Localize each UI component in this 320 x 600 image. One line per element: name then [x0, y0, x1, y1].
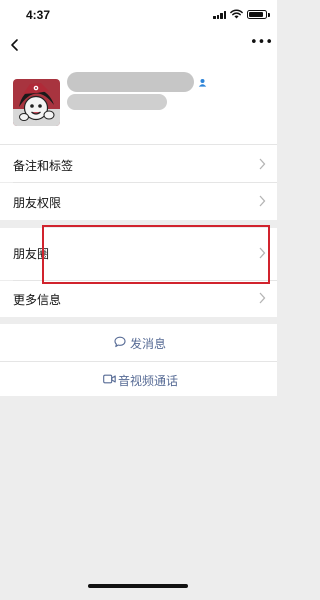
wifi-icon	[230, 9, 243, 19]
avatar[interactable]	[13, 79, 60, 126]
avatar-image	[13, 79, 60, 126]
menu-item-friend-permissions[interactable]: 朋友权限	[0, 183, 277, 220]
message-bubble-icon	[114, 336, 126, 348]
chevron-left-icon[interactable]	[8, 36, 22, 54]
status-time: 4:37	[26, 8, 51, 22]
send-message-button[interactable]: 发消息	[0, 324, 277, 361]
wechat-id-redacted	[67, 94, 167, 110]
chevron-right-icon	[259, 195, 266, 207]
menu-item-remark-tags[interactable]: 备注和标签	[0, 145, 277, 182]
contact-person-icon	[198, 79, 207, 87]
chevron-right-icon	[259, 158, 266, 170]
name-redacted	[67, 72, 194, 92]
status-bar: 4:37	[0, 0, 277, 28]
voice-video-call-label: 音视频通话	[118, 374, 179, 388]
chevron-right-icon	[259, 292, 266, 304]
menu-item-label: 朋友权限	[13, 196, 62, 210]
menu-item-more-info[interactable]: 更多信息	[0, 281, 277, 317]
video-camera-icon	[103, 374, 116, 384]
battery-tip	[268, 13, 270, 17]
battery-icon	[247, 10, 267, 19]
menu-item-label: 更多信息	[13, 293, 62, 307]
more-dots-icon[interactable]: •••	[250, 36, 273, 50]
voice-video-call-button[interactable]: 音视频通话	[0, 362, 277, 396]
send-message-label: 发消息	[130, 337, 167, 351]
home-indicator[interactable]	[88, 584, 188, 588]
cellular-signal-icon	[213, 11, 227, 19]
battery-level	[249, 12, 263, 17]
menu-item-label: 备注和标签	[13, 159, 74, 173]
highlight-box	[42, 225, 270, 284]
